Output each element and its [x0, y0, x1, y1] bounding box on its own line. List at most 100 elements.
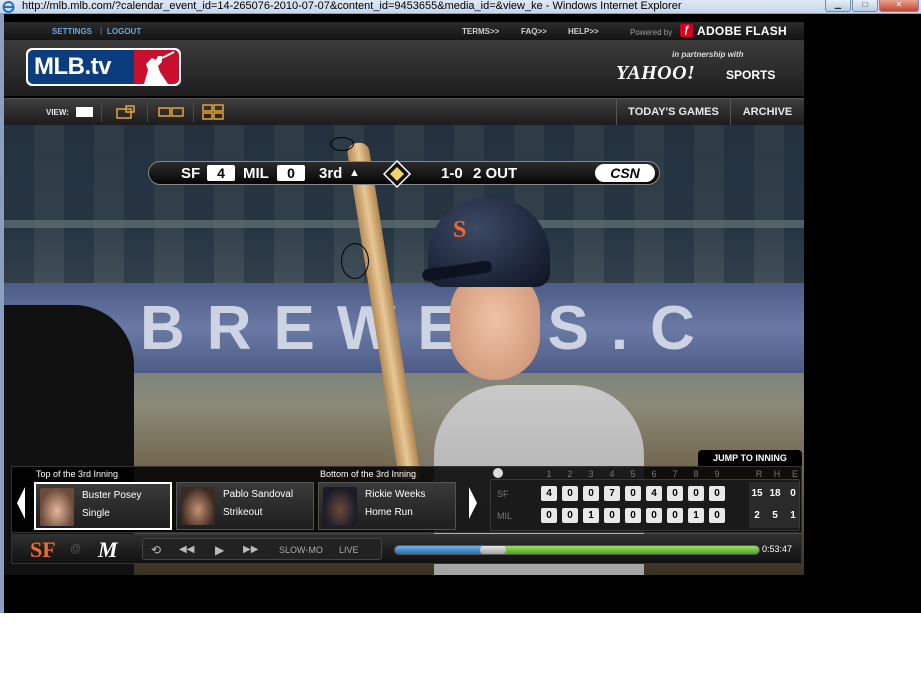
close-window-button[interactable]: ✕ [879, 0, 919, 12]
mlbtv-logo[interactable]: MLB.tv [26, 48, 181, 86]
inning-runs-cell: 0 [583, 486, 599, 501]
inning-header[interactable]: 7 [669, 469, 681, 479]
player-headshot [40, 488, 74, 526]
play-card[interactable]: Buster Posey Single [34, 482, 172, 530]
browser-titlebar: http://mlb.mlb.com/?calendar_event_id=14… [0, 0, 921, 14]
rewind-icon[interactable]: ◀◀ [179, 542, 194, 558]
adobe-flash-label: ADOBE FLASH [697, 24, 787, 38]
total-runs: 15 [751, 488, 763, 499]
hits-header: H [773, 469, 781, 479]
yahoo-sports-label: SPORTS [726, 68, 776, 82]
view-quad-button[interactable] [196, 103, 240, 122]
top-inning-arrow-icon: ▲ [349, 167, 360, 179]
browser-title: http://mlb.mlb.com/?calendar_event_id=14… [22, 0, 682, 12]
yahoo-logo: YAHOO! [616, 62, 696, 84]
brewers-logo: M [98, 537, 118, 562]
inning-runs-cell: 0 [667, 486, 683, 501]
terms-link[interactable]: TERMS>> [462, 27, 499, 36]
inning-runs-cell: 4 [541, 486, 557, 501]
play-card[interactable]: Pablo Sandoval Strikeout [176, 482, 314, 530]
player-controlbar: SF @ M ⟲ ◀◀ ▶ ▶▶ SLOW-MO LIVE 0:53:47 [11, 534, 802, 564]
view-single-button[interactable] [72, 103, 102, 122]
next-plays-arrow-icon[interactable] [468, 487, 478, 519]
maximize-button[interactable]: □ [852, 0, 878, 12]
previous-plays-arrow-icon[interactable] [16, 487, 26, 519]
play-card[interactable]: Rickie Weeks Home Run [318, 482, 456, 530]
total-hits: 5 [772, 510, 778, 521]
faq-link[interactable]: FAQ>> [521, 27, 547, 36]
bottom-inning-label: Bottom of the 3rd Inning [320, 469, 417, 479]
progress-played [395, 546, 494, 554]
slow-motion-button[interactable]: SLOW-MO [279, 545, 323, 555]
mlbtv-player: SETTINGS | LOGOUT TERMS>> FAQ>> HELP>> P… [4, 22, 804, 575]
progress-scrubber[interactable] [480, 546, 507, 554]
inning-runs-cell: 0 [688, 486, 704, 501]
side-by-side-icon [158, 107, 184, 117]
batter-silhouette [144, 51, 175, 84]
archive-button[interactable]: ARCHIVE [730, 99, 804, 125]
player-topbar: SETTINGS | LOGOUT TERMS>> FAQ>> HELP>> P… [4, 22, 804, 40]
video-stream[interactable]: BREWERS.C S SF 4 MIL 0 3rd ▲ 1-0 2 OUT C… [4, 125, 804, 575]
inning-runs-cell: 1 [688, 508, 704, 523]
inning-header[interactable]: 8 [690, 469, 702, 479]
inning-runs-cell: 1 [583, 508, 599, 523]
inning-header[interactable]: 1 [543, 469, 555, 479]
inning-header[interactable]: 9 [711, 469, 723, 479]
inning-runs-cell: 0 [709, 486, 725, 501]
inning-runs-cell: 4 [646, 486, 662, 501]
inning-runs-cell: 0 [646, 508, 662, 523]
logout-link[interactable]: LOGOUT [107, 27, 141, 36]
total-runs: 2 [754, 510, 760, 521]
help-link[interactable]: HELP>> [568, 27, 599, 36]
inning-runs-cell: 0 [604, 508, 620, 523]
live-button[interactable]: LIVE [339, 545, 359, 555]
quad-view-icon [202, 104, 224, 120]
play-player-name: Rickie Weeks [365, 489, 426, 500]
replay-icon[interactable]: ⟲ [151, 542, 161, 558]
inning-runs-cell: 0 [562, 486, 578, 501]
network-logo: CSN [595, 164, 655, 182]
mlb-batter-silhouette-icon [134, 50, 179, 84]
inning-header[interactable]: 6 [648, 469, 660, 479]
home-team-score: 0 [277, 165, 305, 181]
jump-to-inning-button[interactable]: JUMP TO INNING [698, 450, 802, 466]
stadium-rail [4, 220, 804, 228]
ball-strike-count: 1-0 [441, 165, 463, 182]
picture-in-picture-icon [116, 105, 135, 119]
inning-runs-cell: 0 [541, 508, 557, 523]
settings-link[interactable]: SETTINGS [52, 27, 92, 36]
giants-helmet-logo: S [452, 213, 478, 250]
runs-header: R [755, 469, 763, 479]
annotation-ellipse [341, 243, 369, 279]
away-team-score: 4 [207, 165, 235, 181]
at-symbol: @ [70, 543, 82, 555]
view-label: VIEW: [46, 108, 69, 117]
todays-games-button[interactable]: TODAY'S GAMES [616, 99, 730, 125]
view-side-by-side-button[interactable] [150, 103, 194, 122]
inning-runs-cell: 7 [604, 486, 620, 501]
fast-forward-icon[interactable]: ▶▶ [243, 542, 258, 558]
inning-header[interactable]: 3 [585, 469, 597, 479]
window-controls: ▁ □ ✕ [825, 0, 919, 12]
inning-runs-cell: 0 [625, 508, 641, 523]
playback-progress-bar[interactable] [394, 545, 760, 555]
minimize-button[interactable]: ▁ [825, 0, 851, 12]
view-pip-button[interactable] [104, 103, 148, 122]
play-icon[interactable]: ▶ [215, 542, 224, 558]
inning-runs-cell: 0 [709, 508, 725, 523]
audio-indicator-icon[interactable] [493, 468, 503, 478]
inning-header[interactable]: 4 [606, 469, 618, 479]
score-bug: SF 4 MIL 0 3rd ▲ 1-0 2 OUT CSN [148, 159, 660, 189]
mlbtv-logo-text: MLB.tv [28, 50, 134, 84]
play-result: Single [82, 508, 110, 519]
giants-sf-icon: S [453, 217, 466, 243]
outs-count: 2 OUT [473, 165, 518, 182]
inning-header[interactable]: 2 [564, 469, 576, 479]
annotation-ellipse [330, 137, 354, 151]
adobe-flash-icon: ƒ [680, 24, 693, 37]
inning-header[interactable]: 5 [627, 469, 639, 479]
playback-timecode: 0:53:47 [762, 544, 793, 554]
banner-text: BREWERS.C [140, 294, 717, 363]
inning-indicator: 3rd [319, 165, 343, 182]
inning-runs-cell: 0 [625, 486, 641, 501]
